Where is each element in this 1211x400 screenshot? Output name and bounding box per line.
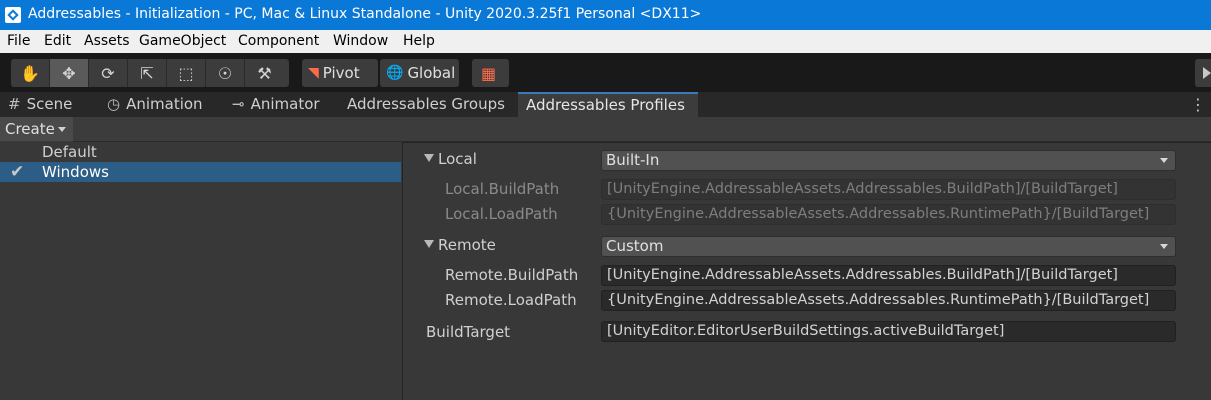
local-loadpath-field: {UnityEngine.AddressableAssets.Addressab…	[601, 204, 1176, 225]
custom-tool-icon[interactable]: ⚒	[245, 59, 284, 87]
local-mode-dropdown[interactable]: Built-In	[601, 150, 1176, 171]
create-dropdown-button[interactable]: Create	[0, 117, 73, 141]
toolbar-spacer	[73, 117, 1211, 142]
rotate-tool-icon[interactable]: ⟳	[89, 59, 128, 87]
tab-addressables-groups[interactable]: Addressables Groups	[347, 92, 505, 117]
local-section-label: Local	[438, 150, 477, 168]
menu-edit[interactable]: Edit	[44, 33, 71, 49]
tab-animator[interactable]: ⊸ Animator	[232, 92, 320, 117]
grid-snap-icon: ▦	[481, 63, 497, 83]
hand-tool-icon[interactable]: ✋	[11, 59, 50, 87]
remote-buildpath-label: Remote.BuildPath	[445, 266, 579, 284]
tab-scene[interactable]: # Scene	[8, 92, 72, 117]
clock-icon: ◷	[107, 95, 121, 113]
profile-item-default[interactable]: Default	[0, 142, 401, 162]
global-label: Global	[407, 64, 456, 82]
menu-bar: File Edit Assets GameObject Component Wi…	[0, 30, 1211, 53]
local-buildpath-label: Local.BuildPath	[445, 180, 560, 198]
chevron-down-icon	[1160, 244, 1168, 249]
chevron-down-icon	[58, 127, 66, 132]
unity-logo-icon	[5, 7, 21, 23]
tab-addressables-profiles[interactable]: Addressables Profiles	[518, 92, 698, 117]
more-options-icon[interactable]: ⋮	[1190, 95, 1206, 114]
grid-icon: #	[8, 95, 21, 113]
toolbar: ✋ ✥ ⟳ ⇱ ⬚ ☉ ⚒ ◥ Pivot 🌐 Global ▦	[0, 53, 1211, 92]
remote-buildpath-field[interactable]: [UnityEngine.AddressableAssets.Addressab…	[601, 265, 1176, 286]
remote-loadpath-label: Remote.LoadPath	[445, 291, 577, 309]
menu-window[interactable]: Window	[333, 33, 388, 49]
remote-section-label: Remote	[438, 236, 496, 254]
foldout-remote-icon[interactable]	[424, 240, 434, 248]
snap-button[interactable]: ▦	[472, 59, 509, 87]
chevron-down-icon	[1160, 158, 1168, 163]
window-title: Addressables - Initialization - PC, Mac …	[28, 6, 702, 22]
remote-mode-dropdown[interactable]: Custom	[601, 236, 1176, 257]
buildtarget-label: BuildTarget	[426, 323, 511, 341]
tab-bar: # Scene ◷ Animation ⊸ Animator Addressables…	[0, 92, 1211, 117]
transform-tool-icon[interactable]: ☉	[206, 59, 245, 87]
play-button[interactable]	[1195, 59, 1211, 87]
profile-list: Default ✔ Windows	[0, 142, 401, 400]
global-button[interactable]: 🌐 Global	[380, 59, 459, 87]
menu-gameobject[interactable]: GameObject	[139, 33, 226, 49]
animator-icon: ⊸	[232, 95, 245, 113]
remote-loadpath-field[interactable]: {UnityEngine.AddressableAssets.Addressab…	[601, 290, 1176, 311]
transform-tools: ✋ ✥ ⟳ ⇱ ⬚ ☉ ⚒	[11, 59, 289, 87]
buildtarget-field[interactable]: [UnityEditor.EditorUserBuildSettings.act…	[601, 321, 1176, 342]
profile-item-windows[interactable]: ✔ Windows	[0, 162, 401, 182]
menu-help[interactable]: Help	[403, 33, 435, 49]
local-loadpath-label: Local.LoadPath	[445, 205, 558, 223]
profiles-toolbar: Create	[0, 117, 1211, 142]
pivot-button[interactable]: ◥ Pivot	[302, 59, 378, 87]
tab-animation[interactable]: ◷ Animation	[107, 92, 203, 117]
globe-icon: 🌐	[386, 65, 404, 81]
checkmark-icon: ✔	[10, 162, 25, 182]
pivot-label: Pivot	[322, 64, 360, 82]
local-buildpath-field: [UnityEngine.AddressableAssets.Addressab…	[601, 179, 1176, 200]
menu-file[interactable]: File	[7, 33, 30, 49]
menu-assets[interactable]: Assets	[84, 33, 130, 49]
scale-tool-icon[interactable]: ⇱	[128, 59, 167, 87]
rect-tool-icon[interactable]: ⬚	[167, 59, 206, 87]
foldout-local-icon[interactable]	[424, 154, 434, 162]
title-bar: Addressables - Initialization - PC, Mac …	[0, 0, 1211, 30]
pivot-icon: ◥	[308, 65, 319, 81]
move-tool-icon[interactable]: ✥	[50, 59, 89, 87]
menu-component[interactable]: Component	[238, 33, 319, 49]
